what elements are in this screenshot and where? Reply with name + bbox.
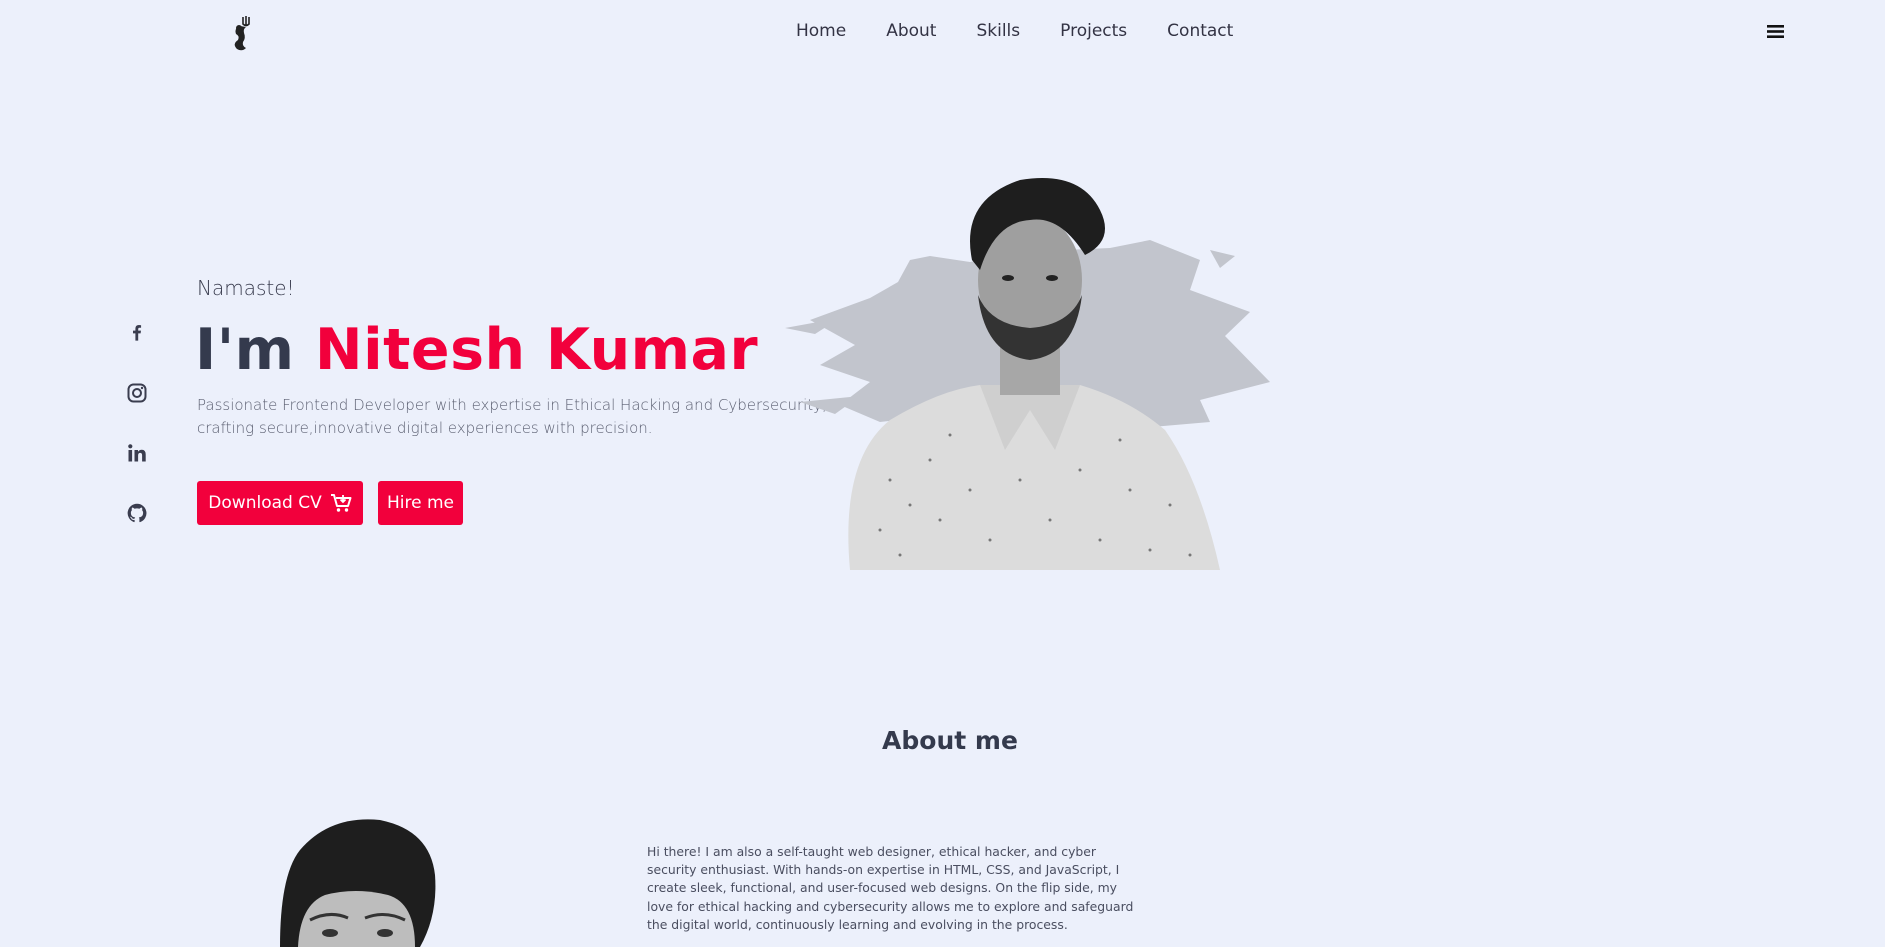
nav-link-skills[interactable]: Skills (976, 20, 1020, 42)
nav-link-home[interactable]: Home (796, 20, 846, 42)
about-title: About me (882, 726, 1018, 755)
download-cv-label: Download CV (208, 493, 322, 513)
nav-link-contact[interactable]: Contact (1167, 20, 1233, 42)
facebook-icon[interactable] (124, 320, 150, 346)
headline-prefix: I'm (195, 317, 295, 383)
headline-name: Nitesh Kumar (314, 317, 759, 383)
trident-figure-logo[interactable] (228, 14, 258, 54)
github-icon[interactable] (124, 500, 150, 526)
hero-portrait-image (785, 178, 1270, 570)
nav-link-projects[interactable]: Projects (1060, 20, 1127, 42)
linkedin-icon[interactable] (124, 440, 150, 466)
hire-me-button[interactable]: Hire me (378, 481, 463, 525)
download-cv-button[interactable]: Download CV (197, 481, 363, 525)
hero-greeting: Namaste! (197, 276, 295, 300)
top-navbar: Home About Skills Projects Contact (0, 0, 1885, 64)
instagram-icon[interactable] (124, 380, 150, 406)
nav-link-about[interactable]: About (886, 20, 936, 42)
about-portrait-image (280, 819, 436, 947)
cart-icon (330, 494, 352, 512)
hero-description: Passionate Frontend Developer with exper… (197, 396, 827, 437)
about-text: Hi there! I am also a self-taught web de… (647, 844, 1134, 932)
hero-headline: I'm Nitesh Kumar (195, 310, 758, 390)
nav-links: Home About Skills Projects Contact (796, 20, 1233, 42)
hire-me-label: Hire me (386, 493, 454, 513)
hamburger-menu-icon[interactable] (1766, 23, 1786, 40)
